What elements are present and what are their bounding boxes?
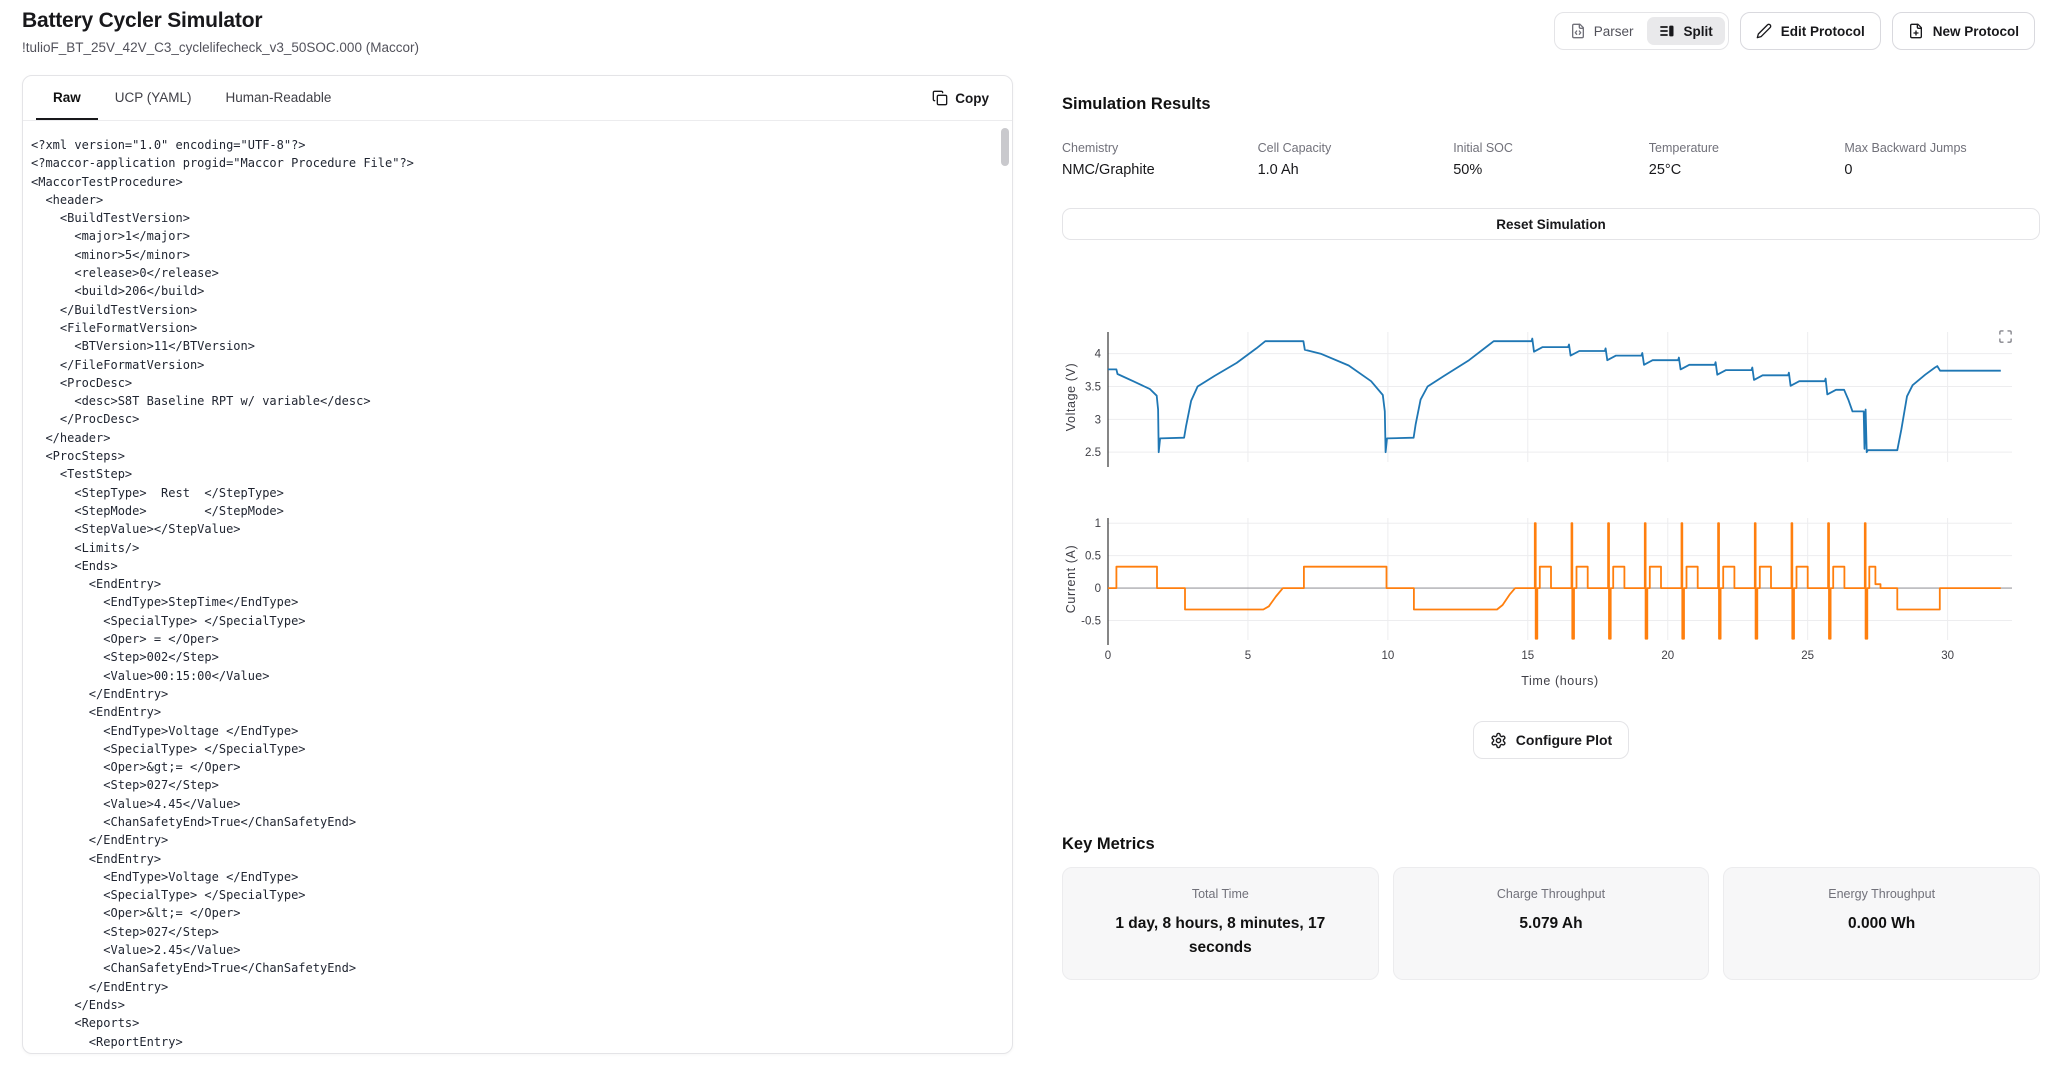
key-metrics-heading: Key Metrics [1062, 835, 2040, 854]
voltage-chart-wrap: 4 3.5 3 2.5 Voltage (V) [1062, 326, 2040, 481]
simulation-params: Chemistry NMC/Graphite Cell Capacity 1.0… [1062, 141, 2040, 178]
param-temperature: Temperature 25°C [1649, 141, 1845, 178]
protocol-filename: !tulioF_BT_25V_42V_C3_cyclelifecheck_v3_… [22, 40, 419, 55]
view-mode-toggle: Parser Split [1554, 12, 1729, 50]
param-value: 0 [1844, 162, 2040, 178]
file-code-icon [1570, 23, 1586, 39]
page-title: Battery Cycler Simulator [22, 9, 262, 33]
svg-text:-0.5: -0.5 [1081, 616, 1101, 628]
param-value: 1.0 Ah [1258, 162, 1454, 178]
metric-label: Charge Throughput [1418, 887, 1685, 901]
param-label: Cell Capacity [1258, 141, 1454, 155]
copy-button[interactable]: Copy [922, 76, 999, 120]
current-chart-wrap: 1 0.5 0 -0.5 0 5 10 15 20 25 30 Time (hours) Current… [1062, 512, 2040, 695]
svg-text:0.5: 0.5 [1085, 551, 1101, 563]
param-label: Temperature [1649, 141, 1845, 155]
metric-label: Energy Throughput [1748, 887, 2015, 901]
configure-plot-label: Configure Plot [1516, 732, 1612, 748]
simulation-charts: 4 3.5 3 2.5 Voltage (V) 1 0.5 0 -0.5 0 5 10 15 20 25 3… [1062, 326, 2040, 695]
param-value: 50% [1453, 162, 1649, 178]
metric-label: Total Time [1087, 887, 1354, 901]
pencil-icon [1756, 23, 1772, 39]
param-chemistry: Chemistry NMC/Graphite [1062, 141, 1258, 178]
file-plus-icon [1908, 23, 1924, 39]
param-initial-soc: Initial SOC 50% [1453, 141, 1649, 178]
svg-text:0: 0 [1105, 650, 1111, 662]
svg-text:0: 0 [1095, 583, 1101, 595]
protocol-panel: Raw UCP (YAML) Human-Readable Copy <?xml… [22, 75, 1013, 1054]
svg-text:30: 30 [1941, 650, 1954, 662]
svg-text:2.5: 2.5 [1085, 447, 1101, 459]
results-panel: Simulation Results Chemistry NMC/Graphit… [1062, 95, 2040, 980]
view-mode-parser-label: Parser [1594, 24, 1634, 39]
metric-total-time: Total Time 1 day, 8 hours, 8 minutes, 17… [1062, 867, 1379, 980]
scrollbar-thumb[interactable] [1001, 128, 1009, 166]
metric-energy-throughput: Energy Throughput 0.000 Wh [1723, 867, 2040, 980]
param-label: Initial SOC [1453, 141, 1649, 155]
current-chart: 1 0.5 0 -0.5 0 5 10 15 20 25 30 Time (hours) Current… [1062, 512, 2040, 690]
tab-raw[interactable]: Raw [36, 76, 98, 120]
svg-text:3: 3 [1095, 414, 1101, 426]
svg-text:5: 5 [1245, 650, 1251, 662]
param-max-backward-jumps: Max Backward Jumps 0 [1844, 141, 2040, 178]
svg-text:25: 25 [1801, 650, 1814, 662]
param-value: 25°C [1649, 162, 1845, 178]
svg-text:4: 4 [1095, 349, 1102, 361]
gear-icon [1490, 732, 1507, 749]
view-mode-parser[interactable]: Parser [1558, 17, 1646, 45]
protocol-tabbar: Raw UCP (YAML) Human-Readable Copy [23, 76, 1012, 121]
svg-text:Current (A): Current (A) [1064, 545, 1078, 613]
metric-value: 1 day, 8 hours, 8 minutes, 17 seconds [1087, 912, 1354, 960]
reset-simulation-button[interactable]: Reset Simulation [1062, 208, 2040, 240]
copy-icon [932, 90, 948, 106]
configure-plot-button[interactable]: Configure Plot [1473, 721, 1629, 759]
new-protocol-label: New Protocol [1933, 24, 2019, 39]
param-cell-capacity: Cell Capacity 1.0 Ah [1258, 141, 1454, 178]
param-label: Max Backward Jumps [1844, 141, 2040, 155]
tab-ucp-yaml[interactable]: UCP (YAML) [98, 76, 209, 120]
svg-text:3.5: 3.5 [1085, 381, 1101, 393]
param-label: Chemistry [1062, 141, 1258, 155]
protocol-xml-source: <?xml version="1.0" encoding="UTF-8"?> <… [23, 121, 1012, 1054]
metric-charge-throughput: Charge Throughput 5.079 Ah [1393, 867, 1710, 980]
metric-value: 0.000 Wh [1748, 912, 2015, 936]
svg-text:15: 15 [1521, 650, 1534, 662]
key-metrics-cards: Total Time 1 day, 8 hours, 8 minutes, 17… [1062, 867, 2040, 980]
svg-text:10: 10 [1381, 650, 1394, 662]
view-mode-split[interactable]: Split [1647, 17, 1724, 45]
svg-text:Time (hours): Time (hours) [1521, 674, 1599, 688]
configure-plot-row: Configure Plot [1062, 721, 2040, 759]
svg-text:20: 20 [1661, 650, 1674, 662]
view-mode-split-label: Split [1683, 24, 1712, 39]
param-value: NMC/Graphite [1062, 162, 1258, 178]
header-controls: Parser Split Edit Protocol New Protocol [1554, 12, 2035, 50]
edit-protocol-button[interactable]: Edit Protocol [1740, 12, 1881, 50]
copy-label: Copy [955, 91, 989, 106]
metric-value: 5.079 Ah [1418, 912, 1685, 936]
tab-human-readable[interactable]: Human-Readable [209, 76, 349, 120]
split-layout-icon [1659, 23, 1675, 39]
svg-text:Voltage (V): Voltage (V) [1064, 363, 1078, 431]
voltage-chart: 4 3.5 3 2.5 Voltage (V) [1062, 326, 2040, 476]
new-protocol-button[interactable]: New Protocol [1892, 12, 2035, 50]
fullscreen-icon[interactable] [1998, 329, 2013, 347]
svg-text:1: 1 [1095, 518, 1101, 530]
simulation-results-heading: Simulation Results [1062, 95, 2040, 114]
edit-protocol-label: Edit Protocol [1781, 24, 1865, 39]
